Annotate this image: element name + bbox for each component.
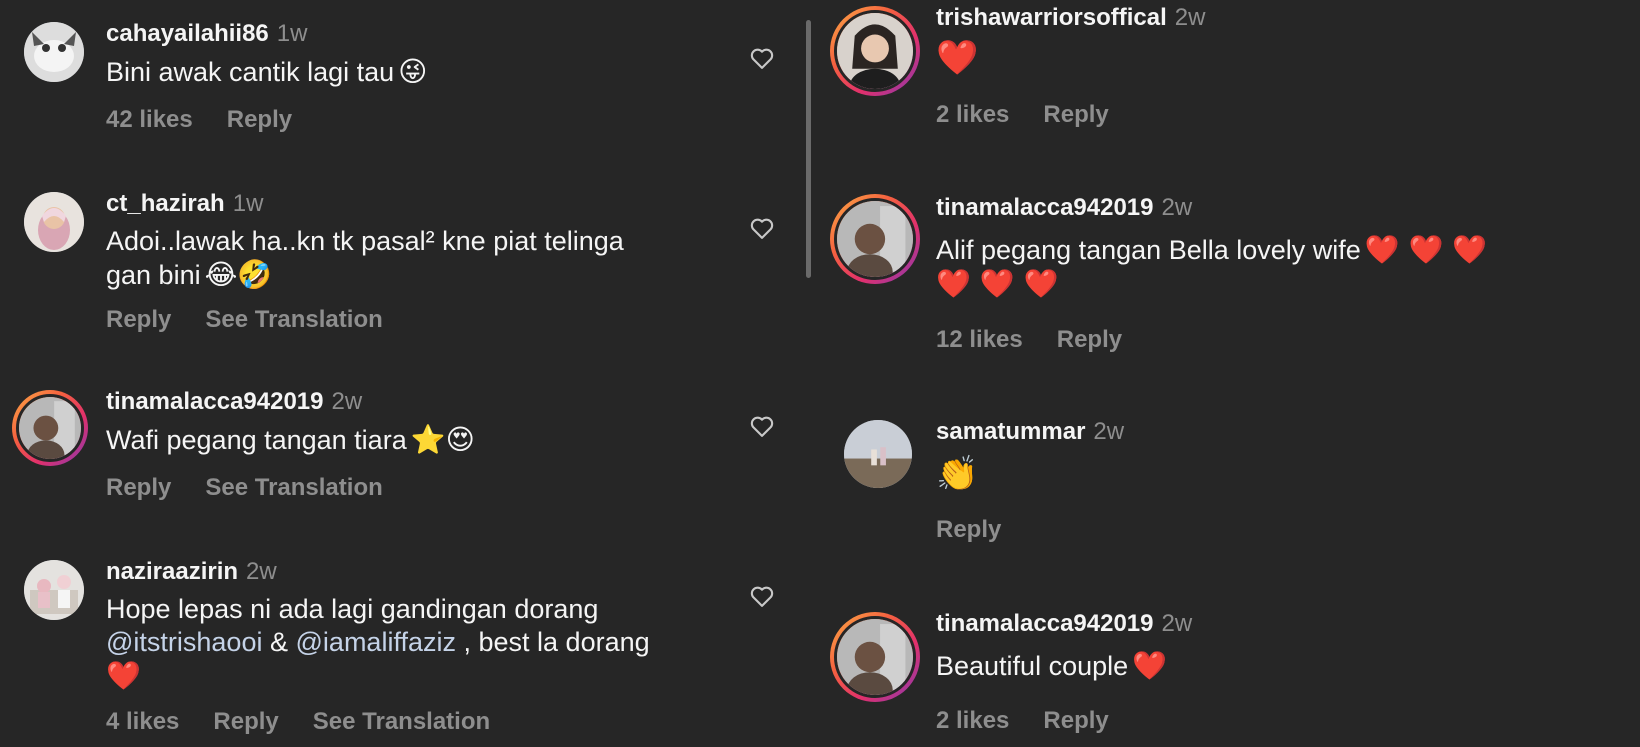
reply-button[interactable]: Reply xyxy=(106,474,171,501)
see-translation-button[interactable]: See Translation xyxy=(313,708,490,735)
avatar-story-ring[interactable] xyxy=(12,390,88,466)
ampersand: & xyxy=(269,627,288,657)
avatar-story-ring[interactable] xyxy=(830,6,920,96)
likes-count[interactable]: 2 likes xyxy=(936,101,1009,128)
likes-count[interactable]: 12 likes xyxy=(936,326,1023,353)
heart-outline-icon[interactable] xyxy=(748,412,776,440)
see-translation-button[interactable]: See Translation xyxy=(205,306,382,333)
timestamp: 2w xyxy=(331,388,363,415)
scrollbar[interactable] xyxy=(806,20,811,278)
timestamp: 2w xyxy=(1093,418,1125,445)
mention-link[interactable]: @iamaliffaziz xyxy=(296,627,456,657)
emoji: ❤️ xyxy=(1132,649,1168,682)
avatar[interactable] xyxy=(844,420,912,488)
timestamp: 2w xyxy=(1161,194,1193,221)
username[interactable]: naziraazirin xyxy=(106,558,238,585)
timestamp: 1w xyxy=(232,190,264,217)
emoji: 😂🤣 xyxy=(204,258,273,291)
comment-text: Wafi pegang tangan tiara xyxy=(106,425,407,455)
comment-text-tail: , best la dorang xyxy=(463,627,650,657)
heart-outline-icon[interactable] xyxy=(748,44,776,72)
comment-text-line1: Adoi..lawak ha..kn tk pasal² kne piat te… xyxy=(106,226,624,256)
comment-text: Alif pegang tangan Bella lovely wife xyxy=(936,235,1361,265)
username[interactable]: cahayailahii86 xyxy=(106,20,269,47)
likes-count[interactable]: 2 likes xyxy=(936,707,1009,734)
username[interactable]: trishawarriorsoffical xyxy=(936,4,1167,31)
see-translation-button[interactable]: See Translation xyxy=(205,474,382,501)
mention-link[interactable]: @itstrishaooi xyxy=(106,627,262,657)
heart-outline-icon[interactable] xyxy=(748,582,776,610)
comment-text: Beautiful couple xyxy=(936,651,1129,681)
reply-button[interactable]: Reply xyxy=(1043,101,1108,128)
comment-text-line1: Hope lepas ni ada lagi gandingan dorang xyxy=(106,594,599,624)
comment-text: Bini awak cantik lagi tau xyxy=(106,57,395,87)
username[interactable]: ct_hazirah xyxy=(106,190,225,217)
likes-count[interactable]: 4 likes xyxy=(106,708,179,735)
avatar-story-ring[interactable] xyxy=(830,612,920,702)
username[interactable]: tinamalacca942019 xyxy=(936,610,1154,637)
username[interactable]: samatummar xyxy=(936,418,1085,445)
avatar[interactable] xyxy=(24,192,84,252)
timestamp: 2w xyxy=(1174,4,1206,31)
likes-count[interactable]: 42 likes xyxy=(106,106,193,133)
reply-button[interactable]: Reply xyxy=(936,516,1001,543)
heart-outline-icon[interactable] xyxy=(748,214,776,242)
reply-button[interactable]: Reply xyxy=(1043,707,1108,734)
emoji: ⭐😍 xyxy=(410,423,475,456)
username[interactable]: tinamalacca942019 xyxy=(936,194,1154,221)
emoji: 👏 xyxy=(936,454,979,494)
avatar-story-ring[interactable] xyxy=(830,194,920,284)
reply-button[interactable]: Reply xyxy=(106,306,171,333)
emoji: ❤️ ❤️ ❤️ xyxy=(936,267,1059,300)
emoji: ❤️ xyxy=(106,659,141,692)
reply-button[interactable]: Reply xyxy=(227,106,292,133)
emoji: ❤️ ❤️ ❤️ xyxy=(1364,233,1488,266)
reply-button[interactable]: Reply xyxy=(213,708,278,735)
timestamp: 2w xyxy=(246,558,277,585)
emoji: ❤️ xyxy=(936,38,979,78)
comment-text-line2: gan bini xyxy=(106,260,201,290)
avatar[interactable] xyxy=(24,22,84,82)
avatar[interactable] xyxy=(24,560,84,620)
username[interactable]: tinamalacca942019 xyxy=(106,388,324,415)
reply-button[interactable]: Reply xyxy=(1057,326,1122,353)
emoji: 😜 xyxy=(398,55,428,88)
timestamp: 2w xyxy=(1161,610,1193,637)
timestamp: 1w xyxy=(276,20,308,47)
